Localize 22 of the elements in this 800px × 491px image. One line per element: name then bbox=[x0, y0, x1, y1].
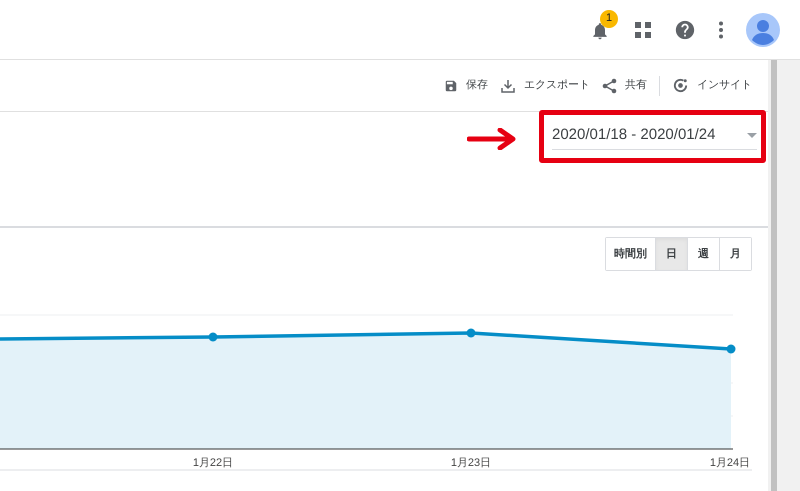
x-axis-label: 1月24日 bbox=[710, 457, 750, 469]
share-button[interactable]: 共有 bbox=[596, 77, 653, 94]
export-button[interactable]: エクスポート bbox=[494, 77, 596, 94]
date-range-dropdown[interactable]: 2020/01/18 - 2020/01/24 bbox=[552, 122, 757, 150]
share-icon bbox=[602, 78, 617, 94]
scrollbar[interactable] bbox=[768, 60, 800, 491]
insight-icon bbox=[672, 77, 689, 94]
annotation-arrow bbox=[467, 128, 517, 150]
help-icon[interactable] bbox=[674, 18, 696, 40]
insight-button[interactable]: インサイト bbox=[666, 77, 758, 94]
x-axis-label: 1月23日 bbox=[450, 457, 492, 469]
x-axis-label: 1月22日 bbox=[192, 457, 234, 469]
download-icon bbox=[500, 78, 516, 94]
more-options-icon[interactable] bbox=[718, 20, 724, 38]
notification-badge: 1 bbox=[600, 10, 618, 28]
save-icon bbox=[444, 78, 458, 92]
dropdown-caret-icon bbox=[747, 133, 757, 138]
granularity-tab[interactable]: 月 bbox=[719, 238, 751, 270]
granularity-tab[interactable]: 日 bbox=[655, 238, 687, 270]
avatar-icon[interactable] bbox=[746, 12, 780, 46]
apps-grid-icon[interactable] bbox=[634, 20, 652, 38]
save-button[interactable]: 保存 bbox=[438, 77, 494, 94]
